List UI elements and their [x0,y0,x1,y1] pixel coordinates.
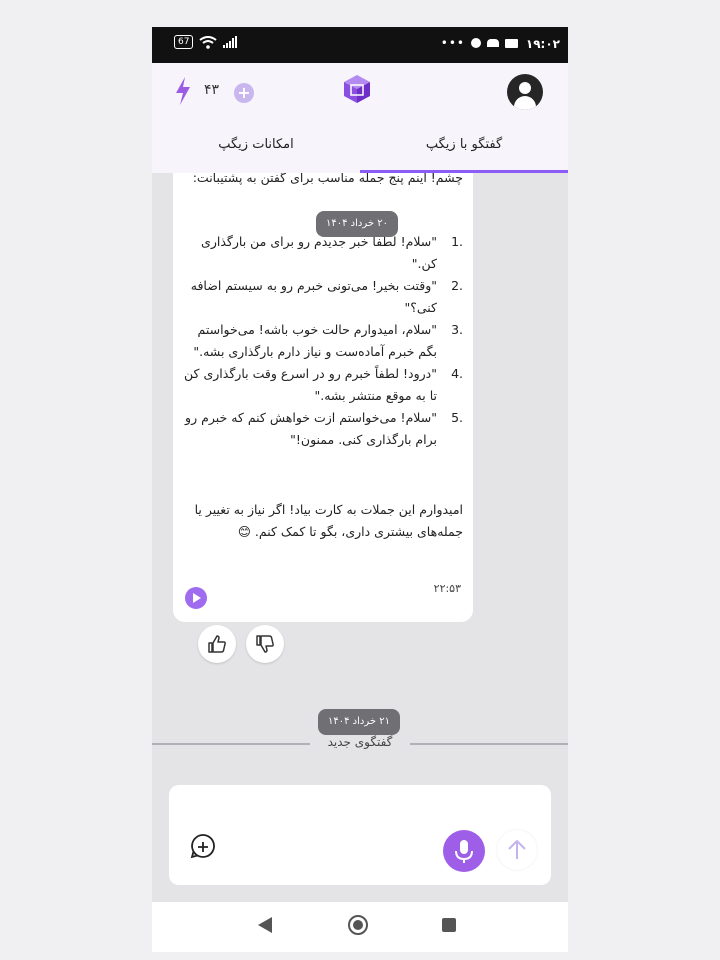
status-bar: 67 ••• ۱۹:۰۲ [152,27,568,63]
new-chat-button[interactable] [185,829,221,865]
thumbs-up-icon [208,635,226,653]
nav-recent-icon[interactable] [442,918,456,932]
date-chip: ۲۰ خرداد ۱۴۰۴ [316,211,398,237]
send-button[interactable] [497,830,537,870]
message-input[interactable] [189,795,533,821]
wifi-icon [199,35,218,49]
battery-icon: 67 [174,35,194,49]
message-time: ۲۲:۵۳ [433,582,461,595]
signal-icon [223,36,238,48]
date-chip: ۲۱ خرداد ۱۴۰۴ [318,709,400,735]
nav-back-icon[interactable] [258,917,272,933]
notification-icons: ••• [441,36,518,50]
new-chat-divider: گفتگوی جدید [152,735,568,749]
list-item: 4. "درود! لطفاً خبرم رو در اسرع وقت بارگذ… [184,366,463,403]
nav-home-icon[interactable] [348,915,368,935]
bolt-icon [176,77,190,105]
list-item: 1. "سلام! لطفاً خبر جدیدم رو برای من بارگ… [201,234,463,271]
thumbs-up-button[interactable] [198,625,236,663]
assistant-message-bubble: چشم! اینم پنج جمله مناسب برای گفتن به پش… [173,173,473,622]
divider-label: گفتگوی جدید [327,735,393,749]
phone-screen: 67 ••• ۱۹:۰۲ ۴۳ + گفتگو با زیگپ امکانات … [152,27,568,952]
app-notification-icon [471,38,481,48]
status-left: 67 [174,35,238,49]
credit-count: ۴۳ [204,82,220,98]
list-item: 2. "وقتت بخیر! می‌تونی خبرم رو به سیستم ا… [190,278,463,315]
message-composer [169,785,551,885]
status-time: ۱۹:۰۲ [525,37,560,51]
more-dots-icon: ••• [440,36,465,50]
tab-chat[interactable]: گفتگو با زیگپ [360,119,568,173]
play-icon[interactable] [185,587,207,609]
system-nav-bar [152,902,568,952]
mic-button[interactable] [443,830,485,872]
new-chat-icon [190,834,215,859]
message-list: 1. "سلام! لطفاً خبر جدیدم رو برای من بارگ… [181,231,463,451]
plus-icon: + [237,83,251,102]
tab-features[interactable]: امکانات زیگپ [152,119,360,173]
video-icon [505,38,518,48]
app-header: ۴۳ + [152,63,568,119]
tab-bar: گفتگو با زیگپ امکانات زیگپ [152,119,568,173]
list-item: 5. "سلام! می‌خواستم ازت خواهش کنم که خبرم… [185,410,463,447]
logo-cube-icon [344,75,370,103]
send-arrow-icon [508,839,526,859]
list-item: 3. "سلام، امیدوارم حالت خوب باشه! می‌خواس… [193,322,463,359]
thumbs-down-icon [256,635,274,653]
app-notification-icon-2 [487,39,499,47]
message-outro: امیدوارم این جملات به کارت بیاد! اگر نیا… [194,502,463,539]
mic-icon [455,840,473,863]
chat-area: چشم! اینم پنج جمله مناسب برای گفتن به پش… [152,173,568,787]
thumbs-down-button[interactable] [246,625,284,663]
avatar-icon[interactable] [507,74,543,110]
message-intro: چشم! اینم پنج جمله مناسب برای گفتن به پش… [192,173,463,185]
add-credit-button[interactable]: + [234,83,254,103]
